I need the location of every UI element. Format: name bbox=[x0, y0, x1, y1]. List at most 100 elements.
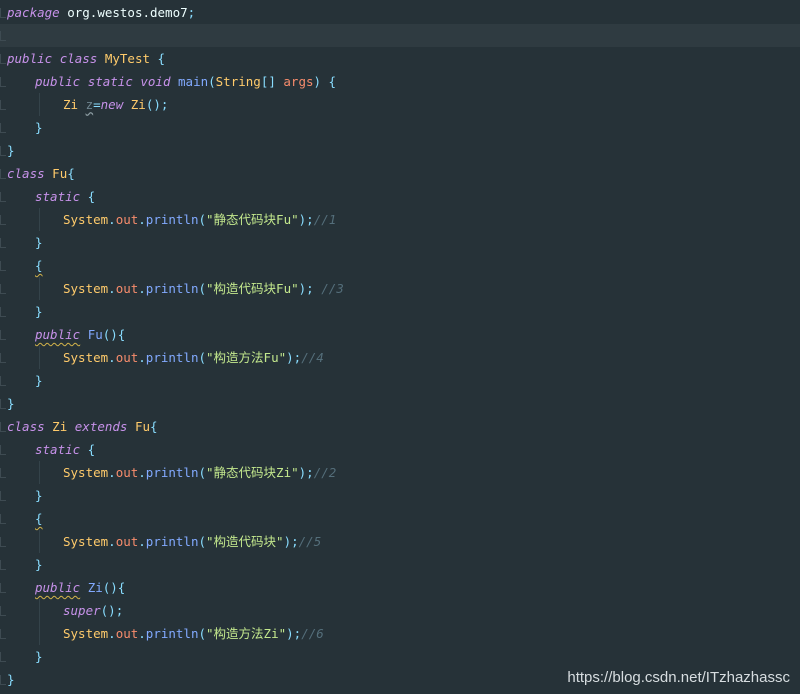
code-token: = bbox=[93, 97, 101, 112]
code-token: public bbox=[7, 51, 53, 66]
code-line[interactable]: System.out.println("静态代码块Zi");//2 bbox=[0, 461, 800, 484]
code-text: static { bbox=[35, 438, 95, 461]
code-token: System bbox=[63, 281, 109, 296]
code-text: { bbox=[35, 254, 43, 277]
code-text: super(); bbox=[63, 599, 123, 622]
code-token: { bbox=[35, 258, 43, 273]
code-token: } bbox=[7, 672, 15, 687]
code-token: //5 bbox=[298, 534, 322, 549]
code-token: ( bbox=[208, 74, 216, 89]
code-line[interactable]: } bbox=[0, 139, 800, 162]
code-token: { bbox=[67, 166, 75, 181]
gutter-fold-marker bbox=[0, 123, 6, 133]
code-line[interactable]: public static void main(String[] args) { bbox=[0, 70, 800, 93]
code-token: Fu bbox=[134, 419, 151, 434]
code-line[interactable]: package org.westos.demo7; bbox=[0, 1, 800, 24]
watermark: https://blog.csdn.net/ITzhazhassc bbox=[567, 669, 790, 686]
gutter-fold-marker bbox=[0, 652, 6, 662]
code-line[interactable]: static { bbox=[0, 438, 800, 461]
code-text: } bbox=[35, 116, 43, 139]
code-line[interactable]: } bbox=[0, 392, 800, 415]
code-token: MyTest bbox=[104, 51, 151, 66]
code-line[interactable]: { bbox=[0, 507, 800, 530]
code-line[interactable]: } bbox=[0, 553, 800, 576]
code-token: [] bbox=[260, 74, 284, 89]
code-text: System.out.println("构造代码块");//5 bbox=[63, 530, 321, 553]
code-token: package bbox=[7, 5, 60, 20]
code-token: println bbox=[145, 626, 199, 641]
code-line[interactable]: public class MyTest { bbox=[0, 47, 800, 70]
code-token: //3 bbox=[321, 281, 344, 296]
code-line[interactable]: } bbox=[0, 300, 800, 323]
gutter-fold-marker bbox=[0, 307, 6, 317]
code-token: . bbox=[138, 465, 146, 480]
code-token: ); bbox=[283, 534, 299, 549]
code-text: public Zi(){ bbox=[35, 576, 125, 599]
gutter-fold-marker bbox=[0, 77, 6, 87]
code-line[interactable]: System.out.println("构造方法Zi");//6 bbox=[0, 622, 800, 645]
code-token: "静态代码块Zi" bbox=[206, 465, 299, 480]
code-text: public class MyTest { bbox=[7, 47, 165, 70]
code-line[interactable]: class Zi extends Fu{ bbox=[0, 415, 800, 438]
code-token: . bbox=[108, 465, 116, 480]
gutter-fold-marker bbox=[0, 238, 6, 248]
code-token: z bbox=[85, 97, 94, 112]
code-line[interactable]: super(); bbox=[0, 599, 800, 622]
code-line[interactable] bbox=[0, 24, 800, 47]
code-line[interactable]: static { bbox=[0, 185, 800, 208]
code-token: } bbox=[7, 143, 15, 158]
code-token: "构造方法Zi" bbox=[206, 626, 287, 641]
code-editor[interactable]: package org.westos.demo7; public class My… bbox=[0, 0, 800, 694]
code-token: //6 bbox=[301, 626, 324, 641]
code-token: } bbox=[35, 488, 43, 503]
code-line[interactable]: public Zi(){ bbox=[0, 576, 800, 599]
code-token: ); bbox=[298, 465, 314, 480]
code-token: ( bbox=[198, 212, 207, 227]
indent-guide bbox=[39, 530, 40, 553]
code-line[interactable]: System.out.println("静态代码块Fu");//1 bbox=[0, 208, 800, 231]
gutter-fold-marker bbox=[0, 261, 6, 271]
code-token: String bbox=[215, 74, 261, 89]
code-token: static bbox=[35, 442, 81, 457]
gutter-fold-marker bbox=[0, 399, 6, 409]
code-token: } bbox=[35, 304, 43, 319]
code-line[interactable]: } bbox=[0, 484, 800, 507]
code-line[interactable]: Zi z=new Zi(); bbox=[0, 93, 800, 116]
code-line[interactable]: { bbox=[0, 254, 800, 277]
code-line[interactable]: } bbox=[0, 369, 800, 392]
gutter-fold-marker bbox=[0, 376, 6, 386]
code-token: . bbox=[138, 212, 146, 227]
code-text: } bbox=[35, 369, 43, 392]
code-line[interactable]: } bbox=[0, 231, 800, 254]
code-token: class bbox=[7, 419, 45, 434]
code-text: } bbox=[7, 392, 15, 415]
code-line[interactable]: } bbox=[0, 116, 800, 139]
code-line[interactable]: } bbox=[0, 645, 800, 668]
code-line[interactable]: System.out.println("构造代码块Fu"); //3 bbox=[0, 277, 800, 300]
code-token: public bbox=[35, 74, 81, 89]
code-token: org.westos.demo7 bbox=[59, 5, 188, 20]
code-line[interactable]: public Fu(){ bbox=[0, 323, 800, 346]
gutter-fold-marker bbox=[0, 629, 6, 639]
code-text: { bbox=[35, 507, 43, 530]
code-token: out bbox=[115, 212, 139, 227]
code-token: println bbox=[145, 350, 199, 365]
code-token: Zi bbox=[63, 97, 79, 112]
gutter-fold-marker bbox=[0, 100, 6, 110]
code-line[interactable]: System.out.println("构造方法Fu");//4 bbox=[0, 346, 800, 369]
code-text: static { bbox=[35, 185, 95, 208]
indent-guide bbox=[39, 277, 40, 300]
code-text: } bbox=[35, 553, 43, 576]
gutter-fold-marker bbox=[0, 468, 6, 478]
code-token: } bbox=[35, 235, 43, 250]
code-token: { bbox=[80, 189, 96, 204]
code-token: ) { bbox=[313, 74, 337, 89]
code-line[interactable]: System.out.println("构造代码块");//5 bbox=[0, 530, 800, 553]
code-token: . bbox=[138, 281, 146, 296]
gutter-fold-marker bbox=[0, 606, 6, 616]
code-line[interactable]: class Fu{ bbox=[0, 162, 800, 185]
